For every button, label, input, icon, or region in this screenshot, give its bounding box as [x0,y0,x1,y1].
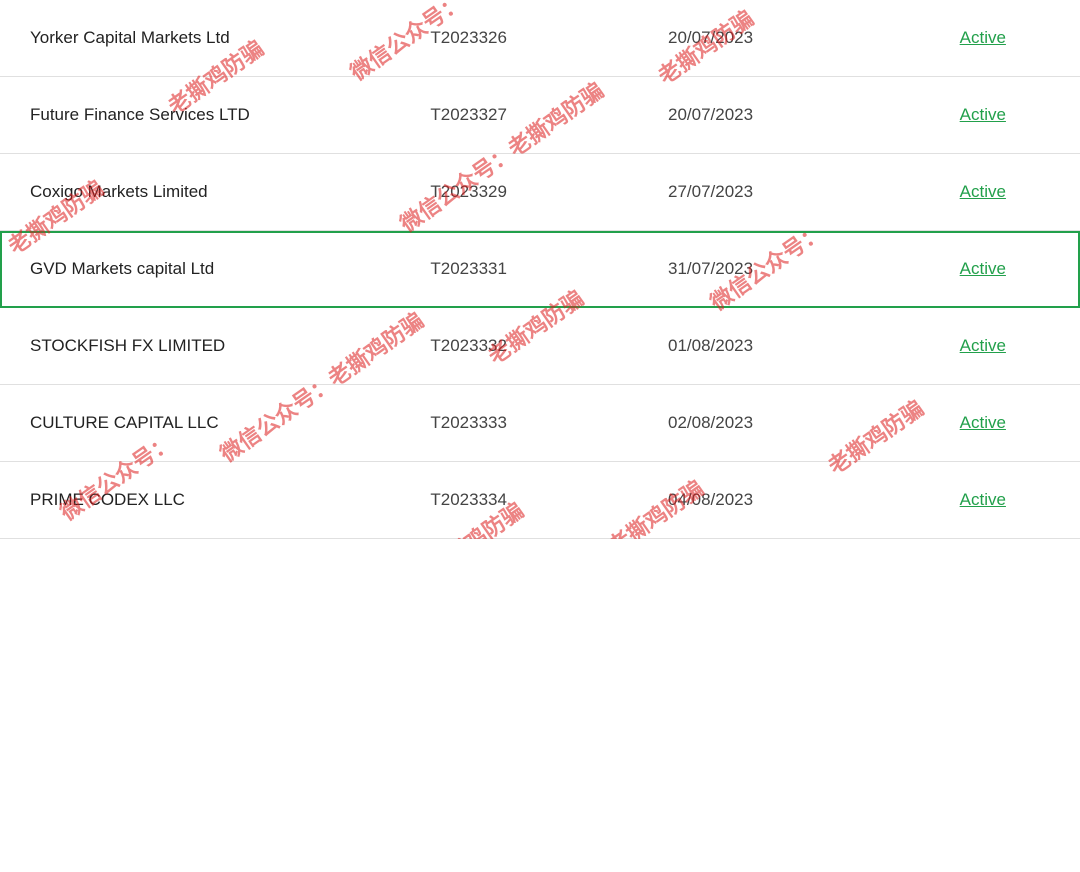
registry-table-container: Yorker Capital Markets LtdT202332620/07/… [0,0,1080,539]
status-cell: Active [886,154,1080,231]
status-cell: Active [886,231,1080,308]
registry-table: Yorker Capital Markets LtdT202332620/07/… [0,0,1080,539]
table-row: GVD Markets capital LtdT202333131/07/202… [0,231,1080,308]
registration-number: T2023326 [410,0,648,77]
company-name: Coxigo Markets Limited [0,154,410,231]
table-row: STOCKFISH FX LIMITEDT202333201/08/2023 Ac… [0,308,1080,385]
company-name: Yorker Capital Markets Ltd [0,0,410,77]
status-badge[interactable]: Active [960,336,1006,355]
status-cell: Active [886,77,1080,154]
registration-date: 20/07/2023 [648,77,886,154]
registration-number: T2023327 [410,77,648,154]
status-badge[interactable]: Active [960,182,1006,201]
registration-date: 31/07/2023 [648,231,886,308]
table-row: Coxigo Markets LimitedT202332927/07/2023… [0,154,1080,231]
status-badge[interactable]: Active [960,490,1006,509]
status-cell: Active [886,462,1080,539]
registration-date: 01/08/2023 [648,308,886,385]
registration-date: 02/08/2023 [648,385,886,462]
status-cell: Active [886,0,1080,77]
status-cell: Active [886,308,1080,385]
status-cell: Active [886,385,1080,462]
company-name: CULTURE CAPITAL LLC [0,385,410,462]
registration-number: T2023331 [410,231,648,308]
registration-number: T2023329 [410,154,648,231]
registration-number: T2023334 [410,462,648,539]
status-badge[interactable]: Active [960,105,1006,124]
status-badge[interactable]: Active [960,259,1006,278]
table-row: PRIME CODEX LLCT202333404/08/2023 Active [0,462,1080,539]
table-row: Yorker Capital Markets LtdT202332620/07/… [0,0,1080,77]
company-name: STOCKFISH FX LIMITED [0,308,410,385]
registration-number: T2023333 [410,385,648,462]
table-row: CULTURE CAPITAL LLCT202333302/08/2023 Act… [0,385,1080,462]
registration-date: 04/08/2023 [648,462,886,539]
registration-number: T2023332 [410,308,648,385]
status-badge[interactable]: Active [960,28,1006,47]
registration-date: 20/07/2023 [648,0,886,77]
status-badge[interactable]: Active [960,413,1006,432]
company-name: GVD Markets capital Ltd [0,231,410,308]
company-name: PRIME CODEX LLC [0,462,410,539]
registration-date: 27/07/2023 [648,154,886,231]
table-row: Future Finance Services LTDT202332720/07… [0,77,1080,154]
company-name: Future Finance Services LTD [0,77,410,154]
